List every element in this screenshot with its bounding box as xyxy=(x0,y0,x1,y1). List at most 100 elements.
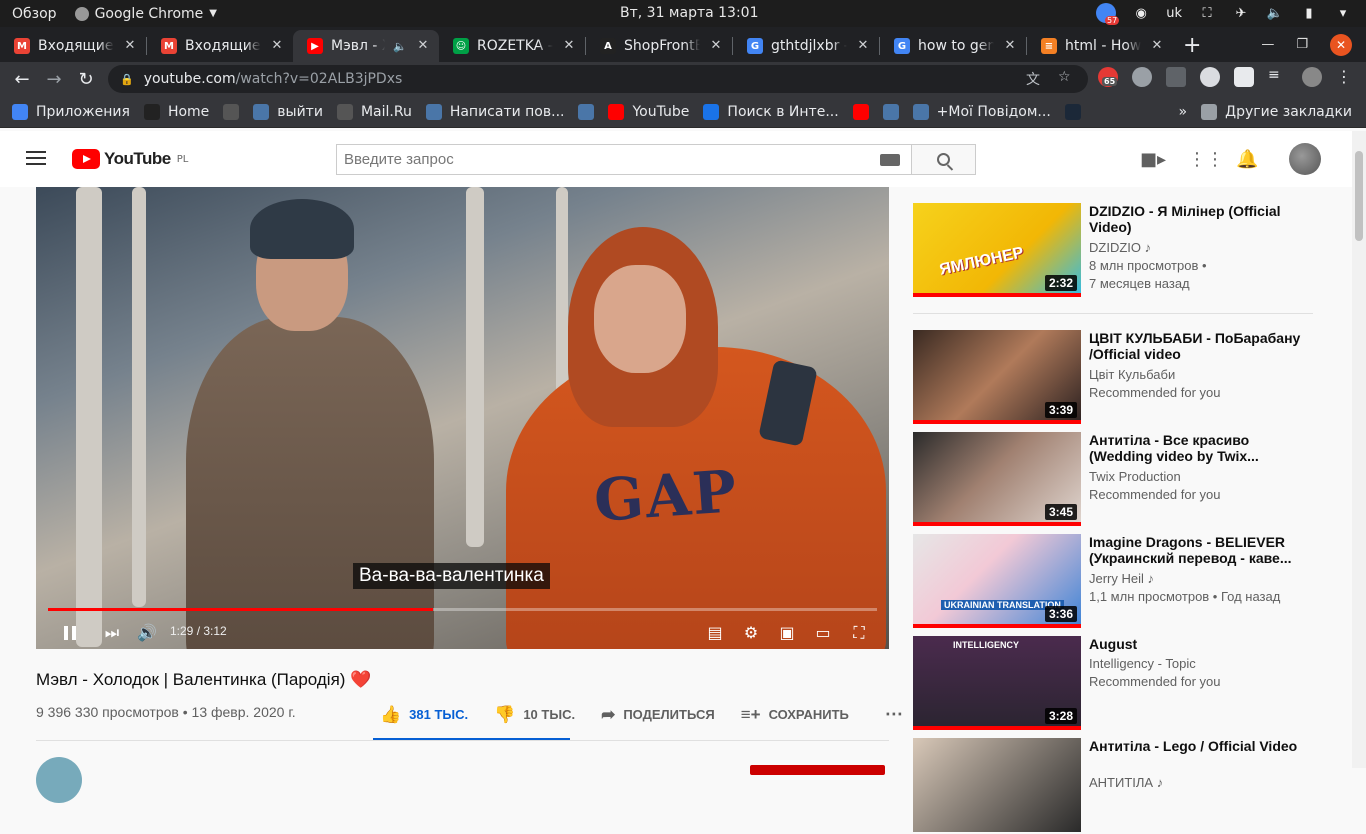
tab-close-icon[interactable]: ✕ xyxy=(1002,38,1018,54)
airplane-icon[interactable]: ✈ xyxy=(1232,4,1250,22)
bookmark-1[interactable]: Home xyxy=(143,103,209,120)
recommendation-item[interactable]: 3:39 ЦВІТ КУЛЬБАБИ - ПоБарабану /Official… xyxy=(913,330,1333,426)
tab-7[interactable]: ≡ html - How ✕ xyxy=(1027,30,1173,62)
menu-icon[interactable] xyxy=(26,151,46,165)
tab-close-icon[interactable]: ✕ xyxy=(561,38,577,54)
tab-0[interactable]: M Входящие (✕ xyxy=(0,30,146,62)
tab-close-icon[interactable]: ✕ xyxy=(1149,38,1165,54)
keyboard-icon[interactable] xyxy=(880,154,900,166)
chrome-menu-icon[interactable]: ⋮ xyxy=(1336,67,1356,87)
bookmark-12[interactable] xyxy=(1064,103,1081,120)
search-button[interactable] xyxy=(911,144,976,175)
back-icon[interactable]: ← xyxy=(6,69,38,90)
clock[interactable]: Вт, 31 марта 13:01 xyxy=(620,5,758,21)
grid-ext-icon[interactable] xyxy=(1166,67,1186,87)
tab-3[interactable]: ☺ ROZETKA — ✕ xyxy=(439,30,585,62)
next-icon[interactable]: ⏭ xyxy=(100,621,124,645)
channel-avatar[interactable] xyxy=(36,757,82,803)
moon-ext-icon[interactable] xyxy=(1200,67,1220,87)
recommendation-item[interactable]: Антитіла - Lego / Official Video АНТИТІЛА… xyxy=(913,738,1333,834)
maximize-icon[interactable]: ❐ xyxy=(1296,37,1308,52)
recommendation-channel[interactable]: Intelligency - Topic xyxy=(1089,656,1196,671)
audio-playing-icon[interactable]: 🔈 xyxy=(393,40,407,53)
bookmark-7[interactable]: YouTube xyxy=(608,103,689,120)
recommendation-channel[interactable]: Jerry Heil ♪ xyxy=(1089,571,1154,586)
globe-ext-icon[interactable] xyxy=(1132,67,1152,87)
miniplayer-icon[interactable]: ▣ xyxy=(775,621,799,645)
page-scrollbar[interactable] xyxy=(1352,131,1366,768)
bookmark-9[interactable] xyxy=(852,103,869,120)
video-thumbnail[interactable]: 3:45 xyxy=(913,432,1081,526)
tab-1[interactable]: M Входящие (✕ xyxy=(147,30,293,62)
recommendation-title[interactable]: August xyxy=(1089,636,1309,652)
tab-close-icon[interactable]: ✕ xyxy=(415,38,431,54)
recommendation-channel[interactable]: Цвіт Кульбаби xyxy=(1089,367,1175,382)
recommendation-item[interactable]: UKRAINIAN TRANSLATION 3:36 Imagine Dragons… xyxy=(913,534,1333,630)
tab-5[interactable]: Ggthtdjlxbr - ✕ xyxy=(733,30,879,62)
bookmark-2[interactable] xyxy=(223,103,240,120)
tab-close-icon[interactable]: ✕ xyxy=(855,38,871,54)
recommendation-title[interactable]: DZIDZIO - Я Мілінер (Official Video) xyxy=(1089,203,1309,235)
settings-gear-icon[interactable]: ⚙ xyxy=(739,621,763,645)
recommendation-item[interactable]: INTELLIGENCY 3:28 August Intelligency - Top… xyxy=(913,636,1333,732)
system-menu-icon[interactable]: ▾ xyxy=(1334,4,1352,22)
scrollbar-thumb[interactable] xyxy=(1355,151,1363,241)
leaf-ext-icon[interactable] xyxy=(1234,67,1254,87)
apps-grid-icon[interactable]: ⋮⋮ xyxy=(1188,149,1224,171)
bookmark-10[interactable] xyxy=(882,103,899,120)
recommendation-channel[interactable]: DZIDZIO ♪ xyxy=(1089,240,1151,255)
bookmark-3[interactable]: выйти xyxy=(253,103,323,120)
bookmark-5[interactable]: Написати пов... xyxy=(425,103,564,120)
profile-avatar[interactable] xyxy=(1302,67,1322,87)
volume-icon[interactable]: 🔊 xyxy=(135,621,159,645)
create-video-icon[interactable]: ■▸ xyxy=(1140,149,1166,171)
more-actions-icon[interactable]: ⋯ xyxy=(885,704,903,725)
extension-badge-icon[interactable]: 65 xyxy=(1098,67,1118,87)
bookmark-star-icon[interactable]: ☆ xyxy=(1058,69,1071,85)
recommendation-title[interactable]: Imagine Dragons - BELIEVER (Украинский п… xyxy=(1089,534,1309,566)
notifications-bell-icon[interactable]: 🔔 xyxy=(1236,149,1258,171)
reload-icon[interactable]: ↻ xyxy=(70,69,102,90)
bookmark-8[interactable]: Поиск в Инте... xyxy=(703,103,839,120)
bookmark-6[interactable] xyxy=(578,103,595,120)
bookmark-4[interactable]: Mail.Ru xyxy=(336,103,412,120)
bookmark-11[interactable]: +Мої Повідом... xyxy=(912,103,1051,120)
minimize-icon[interactable]: — xyxy=(1261,37,1274,52)
fullscreen-icon[interactable]: ⛶ xyxy=(847,621,871,645)
activities-button[interactable]: Обзор xyxy=(12,6,57,22)
tab-close-icon[interactable]: ✕ xyxy=(269,38,285,54)
video-thumbnail[interactable]: 3:39 xyxy=(913,330,1081,424)
recommendation-channel[interactable]: Twix Production xyxy=(1089,469,1181,484)
tab-6[interactable]: Ghow to gen ✕ xyxy=(880,30,1026,62)
close-window-icon[interactable]: ✕ xyxy=(1330,33,1352,56)
language-indicator[interactable]: uk xyxy=(1166,4,1182,22)
address-bar[interactable]: 🔒 youtube.com/watch?v=02ALB3jPDxs 文 ☆ xyxy=(108,65,1088,93)
video-thumbnail[interactable]: ЯМЛЮНЕР 2:32 xyxy=(913,203,1081,297)
discord-icon[interactable]: ◉ xyxy=(1132,4,1150,22)
save-button[interactable]: ≡+ СОХРАНИТЬ xyxy=(741,705,849,725)
tab-4[interactable]: A ShopFrontE ✕ xyxy=(586,30,732,62)
video-player[interactable]: GAP Ва-ва-ва-валентинка ⏭ 🔊 1:29 / 3:12 … xyxy=(36,187,889,649)
recommendation-title[interactable]: Антитіла - Lego / Official Video xyxy=(1089,738,1309,754)
tab-close-icon[interactable]: ✕ xyxy=(708,38,724,54)
youtube-logo[interactable]: YouTube PL xyxy=(72,149,188,169)
tab-2[interactable]: ▶ Мэвл - Хо 🔈 ✕ xyxy=(293,30,439,62)
video-thumbnail[interactable]: INTELLIGENCY 3:28 xyxy=(913,636,1081,730)
search-input[interactable] xyxy=(344,151,864,168)
video-thumbnail[interactable]: UKRAINIAN TRANSLATION 3:36 xyxy=(913,534,1081,628)
battery-icon[interactable]: ▮ xyxy=(1300,4,1318,22)
translate-icon[interactable]: 文 xyxy=(1026,69,1040,89)
subscribe-button[interactable] xyxy=(750,765,885,775)
progress-bar[interactable] xyxy=(48,608,877,611)
new-tab-button[interactable]: + xyxy=(1173,33,1211,62)
share-button[interactable]: ➦ ПОДЕЛИТЬСЯ xyxy=(601,705,715,725)
pause-icon[interactable] xyxy=(58,621,82,645)
bookmark-0[interactable]: Приложения xyxy=(12,103,130,120)
user-avatar[interactable] xyxy=(1289,143,1321,175)
recommendation-title[interactable]: ЦВІТ КУЛЬБАБИ - ПоБарабану /Official vid… xyxy=(1089,330,1309,362)
network-icon[interactable]: ⛶ xyxy=(1198,4,1216,22)
like-button[interactable]: 👍 381 ТЫС. xyxy=(380,705,468,725)
app-menu[interactable]: Google Chrome ▼ xyxy=(74,6,217,22)
media-queue-icon[interactable]: ≡ xyxy=(1268,67,1288,87)
tab-close-icon[interactable]: ✕ xyxy=(122,38,138,54)
